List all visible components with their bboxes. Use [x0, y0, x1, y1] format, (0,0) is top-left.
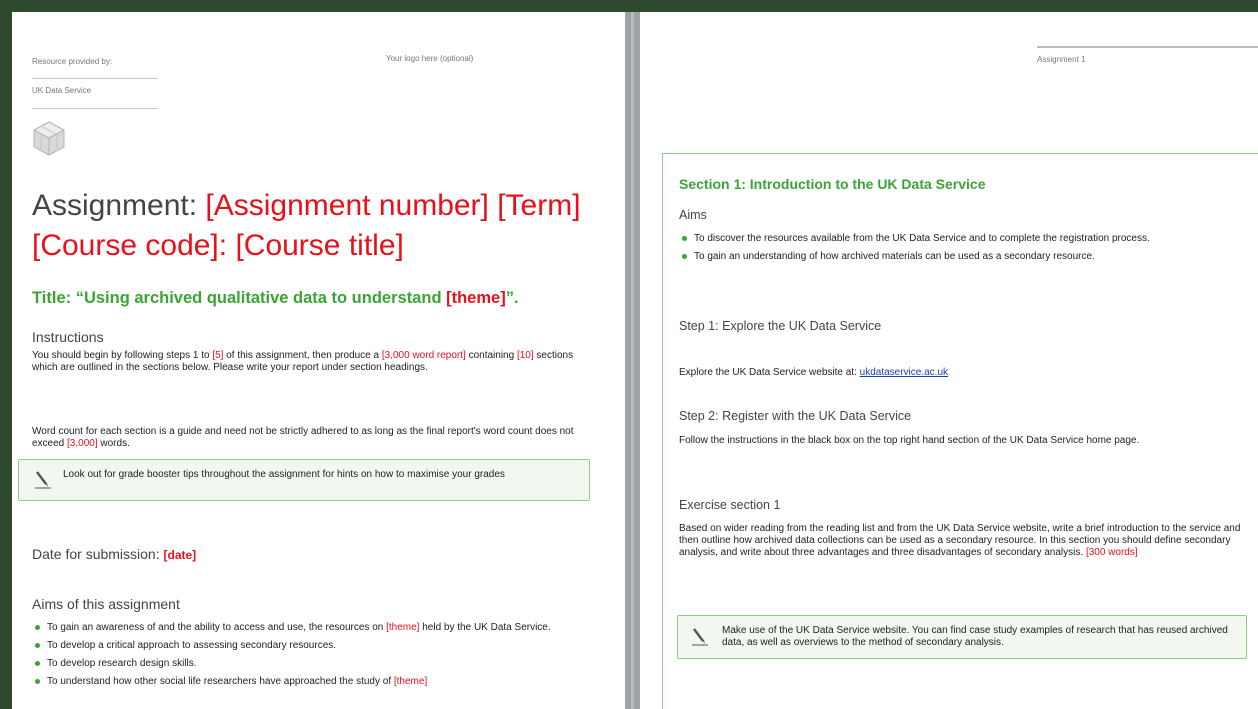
word-count-paragraph: Word count for each section is a guide a… [32, 426, 592, 450]
step1-heading: Step 1: Explore the UK Data Service [679, 319, 882, 333]
page-gutter [625, 12, 640, 709]
theme-placeholder: [theme] [393, 676, 428, 687]
website-tip: Make use of the UK Data Service website.… [677, 615, 1247, 659]
step1-text: Explore the UK Data Service website at: … [679, 367, 948, 379]
section-box: Section 1: Introduction to the UK Data S… [662, 153, 1258, 709]
green-bullet-icon [35, 679, 40, 684]
theme-placeholder: [theme] [386, 622, 420, 633]
section-heading: Section 1: Introduction to the UK Data S… [679, 176, 986, 192]
text-run: To gain an awareness of and the ability … [47, 622, 387, 633]
step2-heading: Step 2: Register with the UK Data Servic… [679, 409, 912, 423]
green-bullet-icon [682, 236, 687, 241]
provider-name: UK Data Service [32, 86, 92, 95]
word-count-placeholder: [300 words] [1085, 547, 1138, 558]
document-page-right: Assignment 1 Section 1: Introduction to … [640, 12, 1258, 709]
grade-booster-tip: Look out for grade booster tips througho… [18, 459, 590, 501]
exercise-heading: Exercise section 1 [679, 498, 781, 512]
title-suffix: ”. [505, 289, 519, 307]
aims-list: To discover the resources available from… [679, 233, 1239, 263]
website-link[interactable]: ukdataservice.ac.uk [860, 367, 948, 378]
tip-text: Look out for grade booster tips througho… [63, 469, 505, 480]
green-bullet-icon [35, 625, 40, 630]
list-item: To gain an awareness of and the ability … [32, 622, 592, 634]
assignment-prefix: Assignment: [32, 189, 206, 222]
green-bullet-icon [682, 254, 687, 259]
text-run: Based on wider reading from the reading … [679, 523, 1241, 558]
instructions-heading: Instructions [32, 329, 104, 345]
window-frame [0, 0, 1258, 12]
list-item: To develop a critical approach to assess… [32, 640, 592, 652]
green-bullet-icon [35, 661, 40, 666]
exercise-text: Based on wider reading from the reading … [679, 523, 1244, 559]
text-run: To develop research design skills. [47, 658, 197, 669]
list-item: To gain an understanding of how archived… [679, 251, 1239, 263]
text-run: To develop a critical approach to assess… [47, 640, 337, 651]
list-item: To discover the resources available from… [679, 233, 1239, 245]
document-page-left: Resource provided by: UK Data Service Yo… [12, 12, 625, 709]
divider [32, 108, 158, 109]
header-rule [1037, 46, 1258, 48]
cube-logo-icon [32, 121, 66, 156]
word-limit-placeholder: [3,000] [67, 438, 98, 449]
list-item: To understand how other social life rese… [32, 676, 592, 688]
tip-text: Make use of the UK Data Service website.… [722, 625, 1228, 648]
submission-date: Date for submission: [date] [32, 546, 196, 562]
step2-text: Follow the instructions in the black box… [679, 435, 1140, 446]
resource-provided-label: Resource provided by: [32, 57, 113, 66]
pencil-icon [692, 628, 708, 646]
text-run: To gain an understanding of how archived… [694, 251, 1095, 262]
instructions-paragraph: You should begin by following steps 1 to… [32, 350, 592, 374]
text-run: Explore the UK Data Service website at: [679, 367, 860, 378]
aims-heading: Aims [679, 208, 707, 222]
word-count-placeholder: [3,000 word report] [381, 350, 466, 361]
steps-placeholder: [5] [212, 350, 224, 361]
green-bullet-icon [35, 643, 40, 648]
date-placeholder: [date] [163, 548, 197, 562]
date-label: Date for submission: [32, 546, 164, 562]
aims-heading: Aims of this assignment [32, 596, 180, 612]
text-run: of this assignment, then produce a [223, 350, 382, 361]
sections-placeholder: [10] [516, 350, 534, 361]
assignment-heading: Assignment: [Assignment number] [Term] [… [32, 186, 622, 266]
document-title: Title: “Using archived qualitative data … [32, 289, 519, 308]
title-text: Title: “Using archived qualitative data … [32, 289, 447, 307]
text-run: containing [465, 350, 517, 361]
divider [32, 78, 158, 79]
aims-list: To gain an awareness of and the ability … [32, 622, 592, 688]
list-item: To develop research design skills. [32, 658, 592, 670]
logo-placeholder-note: Your logo here (optional) [386, 54, 474, 63]
title-theme-placeholder: [theme] [446, 289, 506, 307]
pencil-icon [35, 471, 51, 489]
text-run: To discover the resources available from… [694, 233, 1150, 244]
text-run: held by the UK Data Service. [419, 622, 551, 633]
text-run: words. [97, 438, 130, 449]
text-run: You should begin by following steps 1 to [32, 350, 213, 361]
text-run: To understand how other social life rese… [47, 676, 394, 687]
page-header-label: Assignment 1 [1037, 55, 1086, 64]
